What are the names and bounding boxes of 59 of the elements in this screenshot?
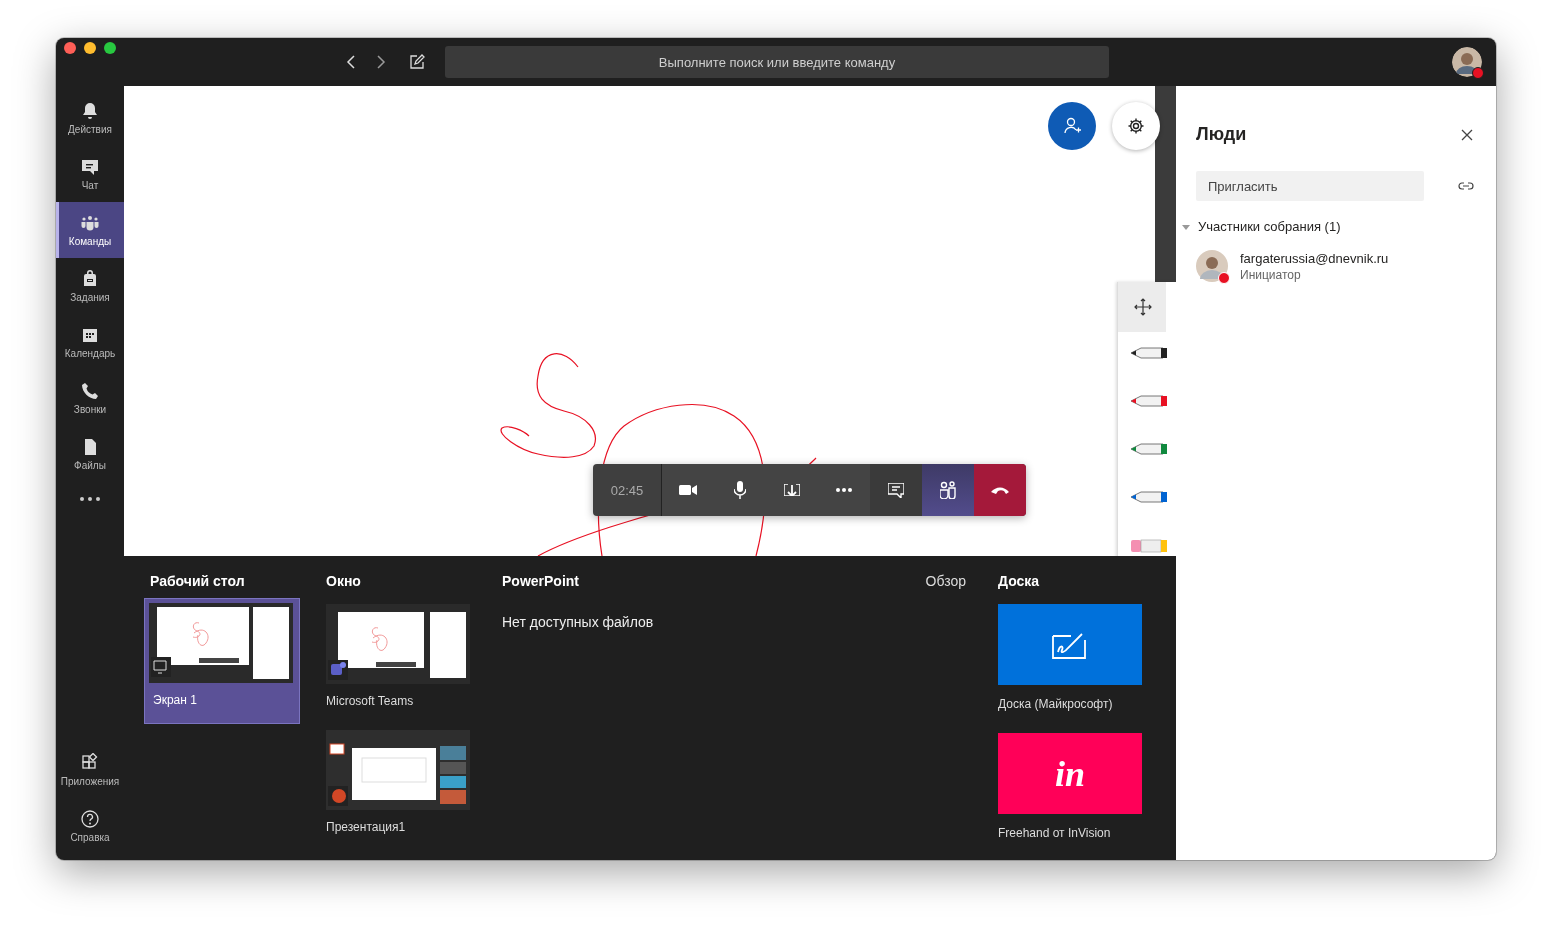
chat-icon	[80, 157, 100, 177]
more-icon[interactable]	[79, 496, 101, 502]
chat-icon	[888, 482, 904, 498]
panel-title: Люди	[1196, 124, 1247, 145]
section-heading: PowerPoint	[502, 572, 579, 590]
scrollbar[interactable]	[1155, 86, 1176, 282]
rail-item[interactable]: Звонки	[56, 370, 124, 426]
section-heading: Окно	[326, 572, 361, 590]
screen-option[interactable]: Экран 1	[144, 598, 300, 724]
camera-button[interactable]	[662, 464, 714, 516]
move-icon[interactable]	[1134, 298, 1152, 316]
whiteboard-option[interactable]: Доска (Майкрософт)	[998, 604, 1142, 711]
section-heading: Рабочий стол	[150, 572, 245, 590]
link-icon[interactable]	[1458, 180, 1474, 192]
search-field[interactable]: Выполните поиск или введите команду	[445, 46, 1109, 78]
avatar-icon	[1196, 250, 1228, 282]
whiteboard-canvas[interactable]: 02:45	[124, 86, 1176, 556]
rail-item[interactable]: Задания	[56, 258, 124, 314]
people-icon	[940, 481, 956, 499]
empty-message: Нет доступных файлов	[502, 614, 654, 630]
chat-button[interactable]	[870, 464, 922, 516]
section-heading: Доска	[998, 572, 1040, 590]
window-option[interactable]: Microsoft Teams	[326, 604, 470, 708]
compose-icon[interactable]	[409, 54, 425, 70]
rail-item[interactable]: Календарь	[56, 314, 124, 370]
rail-item[interactable]: Приложения	[56, 742, 124, 798]
participants-button[interactable]	[922, 464, 974, 516]
close-icon[interactable]	[1460, 127, 1474, 142]
freehand-option[interactable]: in Freehand от InVision	[998, 733, 1142, 840]
participant-role: Инициатор	[1240, 267, 1302, 282]
rail-item[interactable]: Справка	[56, 798, 124, 854]
more-icon	[836, 488, 852, 492]
browse-link[interactable]: Обзор	[925, 572, 966, 590]
phone-icon	[991, 486, 1009, 494]
rail-item[interactable]: Файлы	[56, 426, 124, 482]
minimize-window-button[interactable]	[84, 42, 96, 54]
camera-icon	[679, 485, 697, 495]
rail-item[interactable]: Чат	[56, 146, 124, 202]
add-person-button[interactable]	[1048, 102, 1096, 150]
rail-item[interactable]: Действия	[56, 90, 124, 146]
invision-logo: in	[1055, 752, 1085, 795]
zoom-window-button[interactable]	[104, 42, 116, 54]
invite-field[interactable]: Пригласить	[1196, 171, 1424, 201]
rail-item[interactable]: Команды	[56, 202, 124, 258]
microphone-icon	[734, 481, 746, 499]
help-icon	[80, 809, 100, 829]
share-screen-icon	[784, 484, 800, 496]
participants-group-header[interactable]: Участники собрания (1)	[1182, 219, 1341, 234]
settings-icon	[1127, 117, 1145, 135]
people-icon	[80, 213, 100, 233]
participant-name: fargaterussia@dnevnik.ru	[1240, 250, 1389, 266]
add-person-icon	[1062, 116, 1082, 136]
caret-icon	[1182, 222, 1190, 231]
bell-icon	[80, 101, 100, 121]
window-option[interactable]: Презентация1	[326, 730, 470, 834]
close-window-button[interactable]	[64, 42, 76, 54]
settings-button[interactable]	[1112, 102, 1160, 150]
phone-icon	[80, 381, 100, 401]
user-avatar[interactable]	[1452, 47, 1482, 77]
